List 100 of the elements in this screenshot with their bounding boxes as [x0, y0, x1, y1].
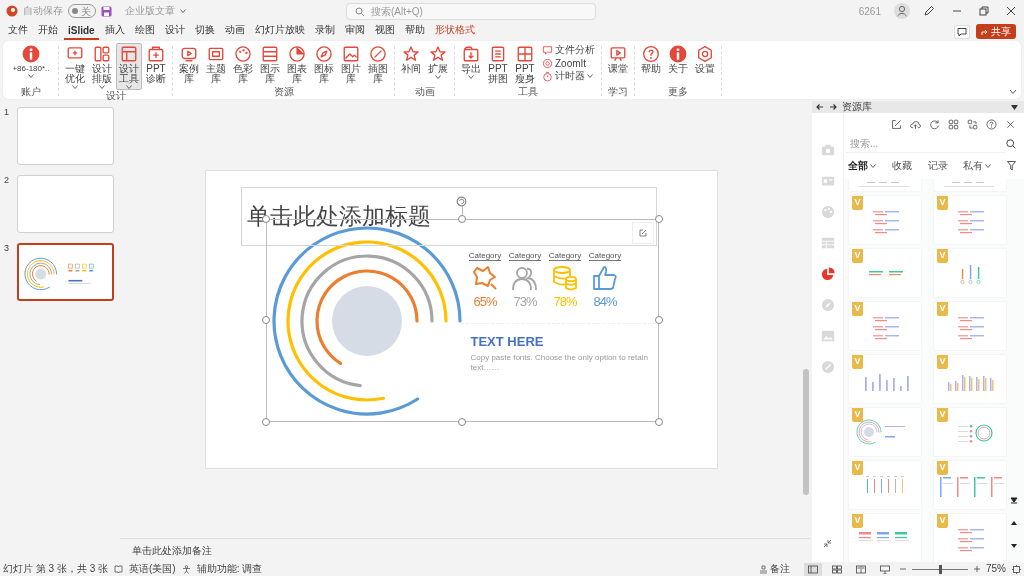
ribbon-button[interactable]: 图标库 — [311, 43, 337, 85]
pie-chart-icon[interactable] — [820, 267, 835, 281]
close-icon[interactable] — [1006, 6, 1016, 16]
ribbon-button[interactable]: 案例库 — [176, 43, 202, 85]
zoom-out-icon[interactable] — [900, 566, 906, 572]
caret-icon[interactable] — [870, 164, 876, 168]
resize-handle[interactable] — [457, 418, 466, 426]
filter-icon[interactable] — [1007, 161, 1016, 171]
template-thumbnail[interactable] — [849, 179, 921, 191]
refresh-icon[interactable] — [929, 119, 940, 130]
menu-tab[interactable]: 帮助 — [400, 22, 429, 41]
avatar-icon[interactable] — [894, 3, 910, 19]
pen-icon[interactable] — [923, 5, 935, 17]
notes-placeholder[interactable]: 单击此处添加备注 — [132, 545, 212, 556]
ribbon-button[interactable]: 图示库 — [257, 43, 283, 85]
caret-icon[interactable] — [985, 164, 992, 168]
slider-thumb[interactable] — [939, 564, 942, 574]
accessibility-icon[interactable] — [181, 564, 191, 574]
back-icon[interactable] — [816, 103, 824, 111]
ribbon-button[interactable]: +86-180*.. — [7, 43, 55, 79]
menu-tab[interactable]: 插入 — [100, 22, 129, 41]
shapes-icon[interactable] — [967, 119, 978, 130]
search-field[interactable]: 搜索(Alt+Q) — [346, 2, 596, 20]
menu-tab[interactable]: 开始 — [34, 22, 62, 41]
menu-tab[interactable]: iSlide — [64, 23, 99, 40]
grid-icon[interactable] — [948, 119, 959, 130]
ribbon-button[interactable]: 扩展 — [425, 43, 451, 80]
fit-to-window-icon[interactable] — [1012, 564, 1021, 574]
filter-tab[interactable]: 收藏 — [891, 159, 912, 173]
caret-icon[interactable] — [28, 74, 34, 78]
notes-check-icon[interactable] — [114, 564, 123, 574]
resize-handle[interactable] — [457, 215, 466, 223]
caret-icon[interactable] — [587, 74, 593, 78]
menu-tab[interactable]: 录制 — [310, 22, 339, 41]
ribbon-button[interactable]: PPT拼图 — [485, 43, 511, 85]
resize-handle[interactable] — [654, 316, 663, 324]
scroll-down-icon[interactable] — [1010, 543, 1018, 550]
close-icon[interactable] — [1005, 119, 1016, 130]
caret-icon[interactable] — [435, 75, 441, 79]
edit-icon[interactable] — [891, 119, 902, 130]
app-logo-icon[interactable] — [6, 5, 18, 17]
collapse-icon[interactable] — [823, 539, 832, 548]
restore-icon[interactable] — [979, 6, 989, 16]
ribbon-button[interactable]: 课堂 — [605, 43, 631, 75]
ribbon-button[interactable]: 计时器 — [539, 70, 598, 82]
resize-handle[interactable] — [654, 215, 663, 223]
cloud-upload-icon[interactable] — [910, 119, 921, 130]
ribbon-button[interactable]: 导出 — [458, 43, 484, 80]
resize-handle[interactable] — [261, 316, 270, 324]
view-button[interactable] — [804, 562, 822, 576]
filter-tab[interactable]: 私有 — [963, 159, 992, 173]
menu-tab[interactable]: 文件 — [4, 22, 32, 41]
ribbon-button[interactable]: 设计排版 — [89, 43, 115, 90]
ribbon-button[interactable]: 色彩库 — [230, 43, 256, 85]
menu-tab[interactable]: 动画 — [220, 22, 249, 41]
ribbon-button[interactable]: 主题库 — [203, 43, 229, 85]
ribbon-button[interactable]: 补间 — [398, 43, 424, 75]
ribbon-button[interactable]: PPT诊断 — [143, 43, 169, 85]
rotate-handle-icon[interactable] — [455, 196, 467, 207]
zoom-in-icon[interactable] — [974, 566, 980, 572]
language-indicator[interactable]: 英语(美国) — [129, 563, 176, 575]
ribbon-button[interactable]: 设置 — [692, 43, 718, 75]
zoom-level[interactable]: 75% — [986, 563, 1006, 575]
ribbon-button[interactable]: 图表库 — [284, 43, 310, 85]
menu-tab[interactable]: 绘图 — [130, 22, 159, 41]
ribbon-button[interactable]: 插图库 — [365, 43, 391, 85]
caret-icon[interactable] — [72, 85, 78, 89]
resize-handle[interactable] — [654, 418, 663, 426]
accessibility-status[interactable]: 辅助功能: 调查 — [196, 563, 263, 575]
dropdown-caret-icon[interactable] — [180, 9, 186, 13]
ribbon-button[interactable]: PPT瘦身 — [512, 43, 538, 85]
ribbon-button[interactable]: 文件分析 — [539, 44, 598, 56]
filter-tab[interactable]: 全部 — [848, 159, 876, 173]
menu-tab[interactable]: 切换 — [190, 22, 219, 41]
collapse-ribbon-icon[interactable] — [1009, 89, 1017, 95]
menu-tab[interactable]: 设计 — [160, 22, 189, 41]
resize-handle[interactable] — [261, 418, 270, 426]
slide-thumbnail[interactable] — [17, 243, 114, 301]
search-field[interactable]: 搜索... — [846, 135, 1006, 153]
save-icon[interactable] — [101, 5, 112, 17]
caret-icon[interactable] — [468, 75, 474, 79]
comments-button[interactable] — [954, 24, 970, 39]
menu-tab[interactable]: 形状格式 — [430, 22, 479, 41]
ribbon-button[interactable]: 图片库 — [338, 43, 364, 85]
scroll-up-icon[interactable] — [1010, 520, 1018, 527]
ribbon-button[interactable]: 关于 — [665, 43, 691, 75]
ribbon-button[interactable]: 设计工具 — [116, 43, 142, 90]
ribbon-button[interactable]: 一键优化 — [62, 43, 88, 90]
menu-tab[interactable]: 视图 — [370, 22, 399, 41]
menu-tab[interactable]: 审阅 — [340, 22, 369, 41]
caret-icon[interactable] — [126, 85, 132, 89]
ribbon-button[interactable]: ZoomIt — [539, 57, 598, 69]
share-button[interactable]: 共享 — [976, 24, 1016, 39]
resize-handle[interactable] — [261, 215, 270, 223]
notes-button[interactable]: 备注 — [759, 562, 790, 576]
ribbon-button[interactable]: 帮助 — [638, 43, 664, 75]
scroll-bottom-icon[interactable] — [1010, 497, 1018, 504]
template-thumbnail[interactable] — [934, 179, 1006, 191]
panel-menu-icon[interactable] — [1011, 104, 1018, 110]
help-icon[interactable] — [986, 119, 997, 130]
